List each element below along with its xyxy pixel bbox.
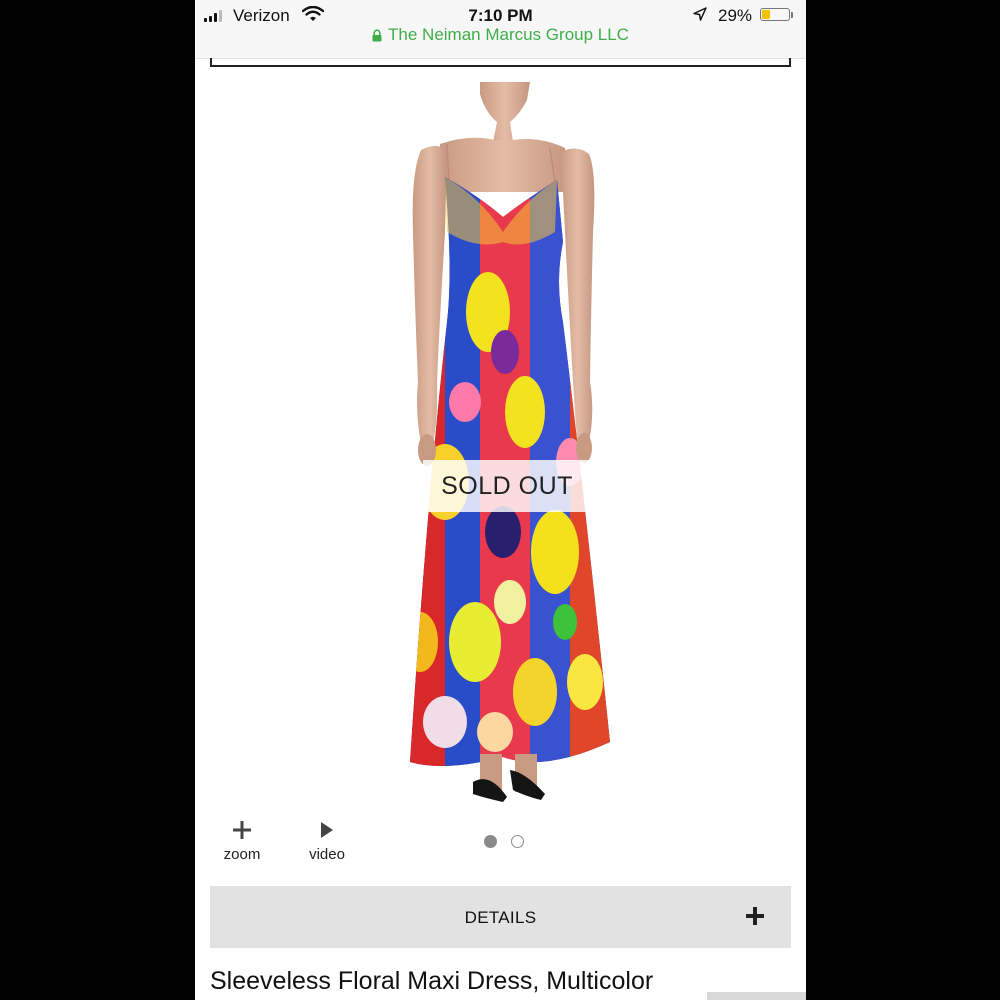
zoom-button[interactable]: zoom: [212, 818, 272, 863]
details-label: DETAILS: [464, 908, 537, 927]
sold-out-overlay: SOLD OUT: [423, 460, 591, 512]
phone-screen: Verizon 7:10 PM The Neiman Marcus Group …: [195, 0, 806, 1000]
play-icon: [321, 822, 333, 838]
lock-icon: [372, 29, 382, 42]
location-arrow-icon: [693, 7, 707, 21]
header-frame-edge: [210, 58, 791, 67]
site-name: The Neiman Marcus Group LLC: [388, 25, 629, 44]
product-title: Sleeveless Floral Maxi Dress, Multicolor: [210, 967, 654, 995]
clock: 7:10 PM: [468, 6, 533, 25]
video-button[interactable]: video: [297, 818, 357, 863]
product-image[interactable]: [385, 82, 625, 802]
details-accordion[interactable]: DETAILS: [210, 886, 791, 948]
partial-button[interactable]: [707, 992, 806, 1000]
status-bar: Verizon 7:10 PM The Neiman Marcus Group …: [195, 0, 806, 59]
battery-percentage: 29%: [718, 6, 753, 25]
video-label: video: [309, 846, 345, 863]
battery-icon: [760, 8, 790, 21]
battery-tip: [791, 12, 793, 18]
plus-icon: [233, 821, 251, 839]
carousel-dot-1[interactable]: [484, 835, 497, 848]
site-identity[interactable]: The Neiman Marcus Group LLC: [195, 25, 806, 45]
carousel-indicator: [484, 835, 524, 848]
zoom-label: zoom: [223, 846, 261, 863]
carousel-dot-2[interactable]: [511, 835, 524, 848]
plus-icon: [746, 907, 764, 925]
